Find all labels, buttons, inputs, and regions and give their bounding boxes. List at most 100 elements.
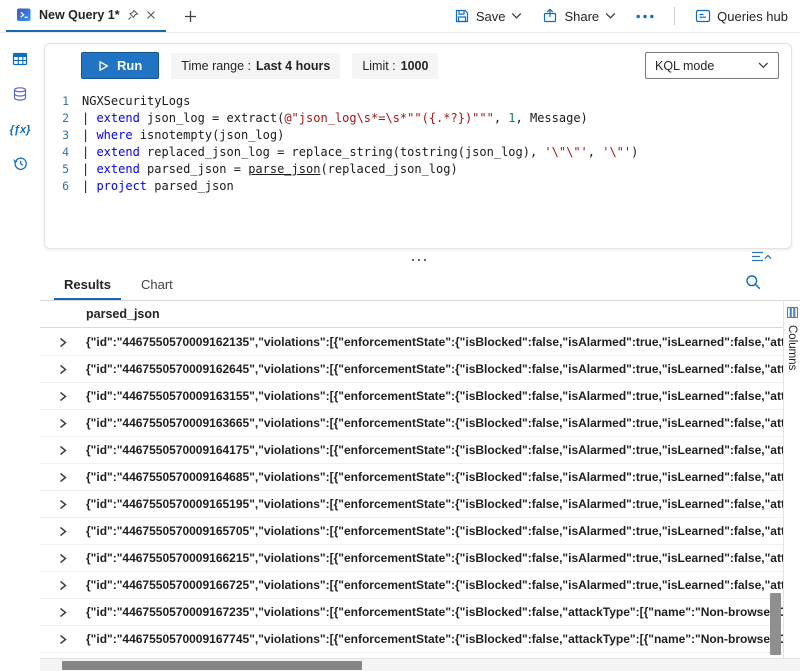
limit-label: Limit : bbox=[362, 59, 395, 73]
queries-hub-icon bbox=[695, 8, 711, 24]
chevron-down-icon bbox=[758, 62, 769, 69]
kql-mode-value: KQL mode bbox=[655, 59, 714, 73]
vertical-scrollbar-thumb[interactable] bbox=[770, 593, 781, 655]
line-number: 3 bbox=[45, 127, 69, 144]
code-line[interactable]: 2| extend json_log = extract(@"json_log\… bbox=[45, 110, 791, 127]
play-icon bbox=[98, 60, 109, 72]
topbar: New Query 1* bbox=[0, 0, 800, 33]
limit-value: 1000 bbox=[401, 59, 429, 73]
row-json-text: {"id":"4467550570009167235","violations"… bbox=[86, 605, 783, 619]
columns-panel-toggle[interactable]: Columns bbox=[783, 301, 800, 658]
code-editor[interactable]: 1NGXSecurityLogs2| extend json_log = ext… bbox=[45, 87, 791, 195]
sidebar-item-database[interactable] bbox=[10, 84, 30, 104]
code-line[interactable]: 3 | where isnotempty(json_log) bbox=[45, 127, 791, 144]
expand-row-icon[interactable] bbox=[40, 391, 86, 402]
code-text: | extend json_log = extract(@"json_log\s… bbox=[82, 110, 588, 127]
table-row[interactable]: {"id":"4467550570009166215","violations"… bbox=[40, 545, 783, 572]
columns-label: Columns bbox=[786, 325, 798, 370]
code-text: NGXSecurityLogs bbox=[82, 93, 190, 110]
table-row[interactable]: {"id":"4467550570009167235","violations"… bbox=[40, 599, 783, 626]
code-line[interactable]: 5 | extend parsed_json = parse_json(repla… bbox=[45, 161, 791, 178]
row-json-text: {"id":"4467550570009167745","violations"… bbox=[86, 632, 783, 646]
results-grid: parsed_json {"id":"4467550570009162135",… bbox=[40, 300, 800, 658]
expand-row-icon[interactable] bbox=[40, 499, 86, 510]
row-json-text: {"id":"4467550570009166215","violations"… bbox=[86, 551, 783, 565]
tab-title: New Query 1* bbox=[39, 8, 120, 22]
row-json-text: {"id":"4467550570009164175","violations"… bbox=[86, 443, 783, 457]
code-line[interactable]: 6 | project parsed_json bbox=[45, 178, 791, 195]
expand-row-icon[interactable] bbox=[40, 418, 86, 429]
sidebar-item-tables[interactable] bbox=[10, 49, 30, 69]
expand-row-icon[interactable] bbox=[40, 445, 86, 456]
table-row[interactable]: {"id":"4467550570009164685","violations"… bbox=[40, 464, 783, 491]
column-header[interactable]: parsed_json bbox=[40, 301, 783, 328]
expand-row-icon[interactable] bbox=[40, 634, 86, 645]
code-text: | project parsed_json bbox=[82, 178, 234, 195]
expand-row-icon[interactable] bbox=[40, 526, 86, 537]
code-lines: 1NGXSecurityLogs2| extend json_log = ext… bbox=[45, 93, 791, 195]
table-row[interactable]: {"id":"4467550570009166725","violations"… bbox=[40, 572, 783, 599]
table-row[interactable]: {"id":"4467550570009164175","violations"… bbox=[40, 437, 783, 464]
code-text: | extend parsed_json = parse_json(replac… bbox=[82, 161, 458, 178]
row-json-text: {"id":"4467550570009163155","violations"… bbox=[86, 389, 783, 403]
horizontal-scrollbar[interactable] bbox=[40, 658, 800, 671]
pin-icon[interactable] bbox=[127, 9, 139, 21]
share-button[interactable]: Share bbox=[542, 8, 616, 24]
collapse-editor-icon[interactable] bbox=[750, 250, 772, 263]
main-area: Run Time range : Last 4 hours Limit : 10… bbox=[40, 33, 800, 671]
splitter[interactable]: ... bbox=[40, 249, 800, 267]
time-range-value: Last 4 hours bbox=[256, 59, 330, 73]
table-row[interactable]: {"id":"4467550570009162645","violations"… bbox=[40, 356, 783, 383]
row-json-text: {"id":"4467550570009165195","violations"… bbox=[86, 497, 783, 511]
splitter-handle[interactable]: ... bbox=[411, 250, 429, 262]
tab-results[interactable]: Results bbox=[54, 271, 121, 300]
table-row[interactable]: {"id":"4467550570009167745","violations"… bbox=[40, 626, 783, 653]
column-header-label: parsed_json bbox=[86, 307, 160, 321]
row-json-text: {"id":"4467550570009166725","violations"… bbox=[86, 578, 783, 592]
line-number: 5 bbox=[45, 161, 69, 178]
query-toolbar: Run Time range : Last 4 hours Limit : 10… bbox=[45, 44, 791, 87]
table-row[interactable]: {"id":"4467550570009163155","violations"… bbox=[40, 383, 783, 410]
line-number: 4 bbox=[45, 144, 69, 161]
search-icon[interactable] bbox=[745, 274, 762, 291]
sidebar: {ƒx} bbox=[0, 33, 40, 671]
save-button[interactable]: Save bbox=[454, 8, 523, 24]
table-row[interactable]: {"id":"4467550570009162135","violations"… bbox=[40, 329, 783, 356]
table-row[interactable]: {"id":"4467550570009163665","violations"… bbox=[40, 410, 783, 437]
code-line[interactable]: 1NGXSecurityLogs bbox=[45, 93, 791, 110]
line-number: 6 bbox=[45, 178, 69, 195]
expand-row-icon[interactable] bbox=[40, 553, 86, 564]
run-button[interactable]: Run bbox=[81, 52, 159, 79]
code-line[interactable]: 4| extend replaced_json_log = replace_st… bbox=[45, 144, 791, 161]
code-text: | where isnotempty(json_log) bbox=[82, 127, 284, 144]
share-icon bbox=[542, 8, 558, 24]
query-tab[interactable]: New Query 1* bbox=[6, 0, 166, 32]
sidebar-item-functions[interactable]: {ƒx} bbox=[8, 119, 33, 138]
expand-row-icon[interactable] bbox=[40, 472, 86, 483]
table-row[interactable]: {"id":"4467550570009165195","violations"… bbox=[40, 491, 783, 518]
queries-hub-button[interactable]: Queries hub bbox=[695, 8, 788, 24]
new-tab-button[interactable] bbox=[180, 6, 201, 27]
close-icon[interactable] bbox=[146, 10, 156, 20]
query-editor-panel: Run Time range : Last 4 hours Limit : 10… bbox=[44, 43, 792, 249]
history-icon bbox=[12, 155, 29, 172]
time-range-label: Time range : bbox=[181, 59, 251, 73]
run-label: Run bbox=[117, 58, 142, 73]
sidebar-item-history[interactable] bbox=[10, 153, 31, 174]
kql-mode-select[interactable]: KQL mode bbox=[645, 52, 779, 79]
expand-row-icon[interactable] bbox=[40, 607, 86, 618]
functions-icon: {ƒx} bbox=[10, 124, 31, 136]
expand-row-icon[interactable] bbox=[40, 337, 86, 348]
save-icon bbox=[454, 8, 470, 24]
row-json-text: {"id":"4467550570009163665","violations"… bbox=[86, 416, 783, 430]
expand-row-icon[interactable] bbox=[40, 580, 86, 591]
results-tabbar: Results Chart bbox=[40, 267, 800, 300]
expand-row-icon[interactable] bbox=[40, 364, 86, 375]
row-json-text: {"id":"4467550570009162645","violations"… bbox=[86, 362, 783, 376]
tab-chart[interactable]: Chart bbox=[131, 271, 183, 300]
limit-picker[interactable]: Limit : 1000 bbox=[352, 53, 438, 79]
table-row[interactable]: {"id":"4467550570009165705","violations"… bbox=[40, 518, 783, 545]
time-range-picker[interactable]: Time range : Last 4 hours bbox=[171, 53, 340, 79]
more-button[interactable] bbox=[636, 14, 654, 19]
horizontal-scrollbar-thumb[interactable] bbox=[62, 661, 362, 670]
